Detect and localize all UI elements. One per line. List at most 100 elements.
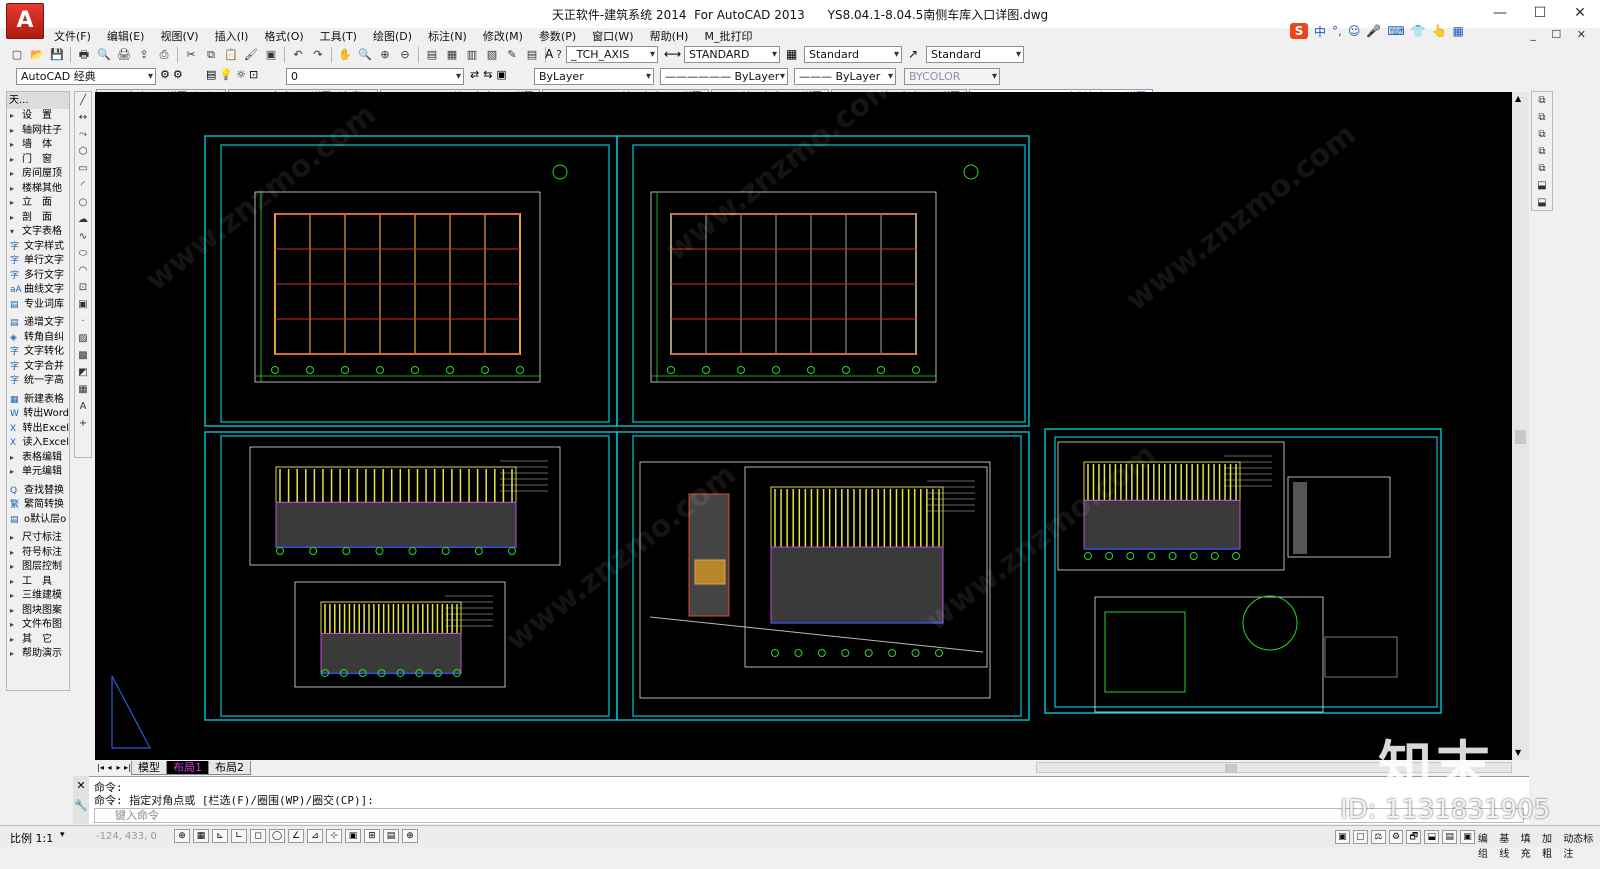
palette-item[interactable]: 字统一字高: [7, 374, 69, 389]
palette-item[interactable]: ▸ 设 置: [7, 109, 69, 124]
menu-item[interactable]: 窗口(W): [584, 28, 641, 44]
layer-tools-icon[interactable]: ⇄⇆▣: [470, 68, 511, 81]
workspace-settings-icon[interactable]: ⚙⚙: [160, 68, 186, 81]
palette-item[interactable]: ▸ 文件布图: [7, 618, 69, 633]
palette-item[interactable]: ▾ 文字表格: [7, 225, 69, 240]
layout-tab[interactable]: 布局1: [166, 760, 209, 775]
3dprint-icon[interactable]: ⎙: [155, 46, 173, 64]
layer-select[interactable]: 0: [286, 68, 464, 85]
status-toggle-label[interactable]: 填充: [1521, 830, 1539, 860]
block-icon[interactable]: ▣: [262, 46, 280, 64]
palette-item[interactable]: ▸ 门 窗: [7, 153, 69, 168]
arc-icon[interactable]: ◜: [75, 177, 91, 194]
layout-tab[interactable]: 模型: [131, 760, 167, 775]
menu-item[interactable]: 帮助(H): [642, 28, 697, 44]
drawing-canvas[interactable]: [95, 92, 1529, 760]
drafting-toggle-icon[interactable]: ◯: [269, 829, 285, 843]
menu-item[interactable]: 编辑(E): [99, 28, 153, 44]
menu-item[interactable]: M_批打印: [696, 28, 760, 44]
properties-icon[interactable]: ▤: [423, 46, 441, 64]
open-icon[interactable]: 📂: [28, 46, 46, 64]
menu-item[interactable]: 绘图(D): [365, 28, 420, 44]
mleader-style-icon[interactable]: ↗: [908, 47, 918, 61]
view-tool-icon[interactable]: ⬓: [1532, 194, 1552, 211]
palette-item[interactable]: ▤ 递增文字: [7, 316, 69, 331]
status-tool-icon[interactable]: ▢: [1352, 830, 1368, 844]
drafting-toggle-icon[interactable]: ∟: [231, 829, 247, 843]
palette-item[interactable]: X 读入Excel: [7, 436, 69, 451]
view-tool-icon[interactable]: ⧉: [1532, 92, 1552, 109]
dim-style-select[interactable]: STANDARD: [684, 46, 780, 63]
view-tool-icon[interactable]: ⧉: [1532, 160, 1552, 177]
status-tool-icon[interactable]: ▣: [1335, 830, 1350, 844]
status-tool-icon[interactable]: ⚖: [1370, 830, 1386, 844]
dim-style-icon[interactable]: ⟷: [664, 47, 681, 61]
layout-nav-icon[interactable]: ◂: [105, 763, 114, 772]
status-toggle-label[interactable]: 基线: [1499, 830, 1517, 860]
scroll-down-icon[interactable]: ▼: [1515, 748, 1521, 757]
pan-icon[interactable]: ✋: [336, 46, 354, 64]
palette-item[interactable]: ▸ 三维建模: [7, 589, 69, 604]
layout-nav-icon[interactable]: ▸: [114, 763, 123, 772]
markup-icon[interactable]: ✎: [503, 46, 521, 64]
polygon-icon[interactable]: ⬡: [75, 143, 91, 160]
scale-selector[interactable]: 比例 1:1: [10, 830, 53, 846]
text-style-icon[interactable]: A: [545, 47, 553, 61]
publish-icon[interactable]: ⇪: [135, 46, 153, 64]
zoom-prev-icon[interactable]: ⊖: [396, 46, 414, 64]
horizontal-scroll-thumb[interactable]: [1225, 764, 1237, 772]
toolpalette-icon[interactable]: ▥: [463, 46, 481, 64]
save-icon[interactable]: 💾: [48, 46, 66, 64]
palette-item[interactable]: 字单行文字: [7, 254, 69, 269]
palette-item[interactable]: ▸ 图层控制: [7, 560, 69, 575]
view-tool-icon[interactable]: ⬓: [1532, 177, 1552, 194]
palette-item[interactable]: ▸ 帮助演示: [7, 647, 69, 662]
horizontal-scrollbar[interactable]: [1036, 762, 1512, 773]
make-block-icon[interactable]: ▣: [75, 296, 91, 313]
undo-icon[interactable]: ↶: [289, 46, 307, 64]
status-toggle-label[interactable]: 编组: [1478, 830, 1496, 860]
match-icon[interactable]: 🖌: [242, 46, 260, 64]
palette-item[interactable]: ▸ 其 它: [7, 633, 69, 648]
ellipse-icon[interactable]: ⬭: [75, 245, 91, 262]
layer-props-icon[interactable]: ▤💡☼⊡: [206, 68, 261, 81]
region-icon[interactable]: ◩: [75, 364, 91, 381]
palette-item[interactable]: X 转出Excel: [7, 422, 69, 437]
table-icon[interactable]: ▦: [75, 381, 91, 398]
palette-item[interactable]: ▤ o默认层o: [7, 513, 69, 528]
palette-item[interactable]: ▸ 立 面: [7, 196, 69, 211]
menu-item[interactable]: 视图(V): [152, 28, 206, 44]
text-style-select[interactable]: _TCH_AXIS: [566, 46, 658, 63]
status-tool-icon[interactable]: ▣: [1460, 830, 1475, 844]
palette-item[interactable]: ▸ 轴网柱子: [7, 124, 69, 139]
palette-item[interactable]: ▸ 楼梯其他: [7, 182, 69, 197]
close-button[interactable]: ✕: [1568, 4, 1592, 24]
paste-icon[interactable]: 📋: [222, 46, 240, 64]
linetype-select[interactable]: —————— ByLayer: [660, 68, 788, 85]
preview-icon[interactable]: 🔍: [95, 46, 113, 64]
drafting-toggle-icon[interactable]: ⊹: [326, 829, 342, 843]
xline-icon[interactable]: ↔: [75, 109, 91, 126]
menu-item[interactable]: 修改(M): [475, 28, 531, 44]
circle-icon[interactable]: ○: [75, 194, 91, 211]
application-menu-button[interactable]: A: [6, 3, 44, 39]
drafting-toggle-icon[interactable]: ⊞: [364, 829, 380, 843]
add-selected-icon[interactable]: +: [75, 415, 91, 432]
palette-item[interactable]: ▸ 墙 体: [7, 138, 69, 153]
copy-icon[interactable]: ⧉: [202, 46, 220, 64]
layout-nav-icon[interactable]: |◂: [96, 763, 105, 772]
palette-item[interactable]: ▸ 表格编辑: [7, 451, 69, 466]
menu-item[interactable]: 工具(T): [312, 28, 365, 44]
workspace-select[interactable]: AutoCAD 经典: [16, 68, 156, 85]
drafting-toggle-icon[interactable]: ▦: [193, 829, 209, 843]
scale-dropdown-icon[interactable]: ▾: [60, 830, 65, 840]
table-style-select[interactable]: Standard: [804, 46, 902, 63]
palette-item[interactable]: ▸ 尺寸标注: [7, 531, 69, 546]
hatch-icon[interactable]: ▨: [75, 330, 91, 347]
palette-item[interactable]: ▸ 图块图案: [7, 604, 69, 619]
palette-item[interactable]: 字文字合并: [7, 360, 69, 375]
palette-item[interactable]: ▸ 工 具: [7, 575, 69, 590]
status-tool-icon[interactable]: ▤: [1442, 830, 1458, 844]
insert-block-icon[interactable]: ⊡: [75, 279, 91, 296]
status-tool-icon[interactable]: ⬓: [1424, 830, 1440, 844]
